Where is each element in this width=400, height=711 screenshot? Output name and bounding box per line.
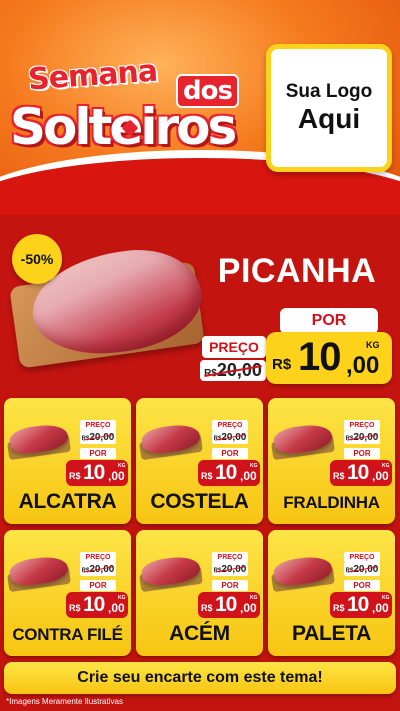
featured-product-name: PICANHA [217, 252, 377, 290]
featured-por-label: POR [280, 308, 378, 334]
preco-label: PREÇO [212, 420, 248, 431]
new-price: R$ 10 ,00 KG [66, 460, 128, 486]
product-card-contra-file[interactable]: PREÇO R$20,00 POR R$ 10 ,00 KG CONTRA FI… [4, 530, 131, 656]
product-name: ALCATRA [18, 490, 117, 513]
product-card-fraldinha[interactable]: PREÇO R$20,00 POR R$ 10 ,00 KG FRALDINHA [268, 398, 395, 524]
product-name: CONTRA FILÉ [12, 625, 123, 644]
store-logo-placeholder[interactable]: Sua Logo Aqui [266, 44, 392, 172]
price-decimal: ,00 [372, 469, 389, 483]
product-card-costela[interactable]: PREÇO R$20,00 POR R$ 10 ,00 KG COSTELA [136, 398, 263, 524]
product-card-acem[interactable]: PREÇO R$20,00 POR R$ 10 ,00 KG ACÉM [136, 530, 263, 656]
por-label: POR [344, 448, 380, 459]
product-name: PALETA [291, 622, 372, 645]
logo-text-line1: Sua Logo [285, 81, 373, 102]
price-integer: 10 [347, 593, 369, 616]
product-name: FRALDINHA [283, 493, 380, 512]
price-decimal: ,00 [240, 601, 257, 615]
header-banner: Semana dos Solteiros Sua Logo Aqui [0, 0, 400, 215]
currency: R$ [333, 603, 345, 613]
price-unit: KG [382, 595, 390, 601]
new-price: R$ 10 ,00 KG [198, 592, 260, 618]
new-price-unit: KG [366, 340, 380, 350]
featured-new-price: R$ 10 ,00 KG [266, 332, 392, 384]
new-price: R$ 10 ,00 KG [330, 592, 392, 618]
preco-label: PREÇO [80, 420, 116, 431]
featured-old-price: R$20,00 [200, 360, 266, 381]
preco-label: PREÇO [344, 552, 380, 563]
featured-product: -50% PICANHA POR PREÇO R$20,00 R$ 10 ,00… [0, 222, 400, 392]
preco-label: PREÇO [80, 552, 116, 563]
product-name: COSTELA [150, 490, 249, 513]
price-decimal: ,00 [108, 601, 125, 615]
price-integer: 10 [83, 461, 105, 484]
price-unit: KG [250, 595, 258, 601]
campaign-title: Semana dos Solteiros [6, 52, 264, 162]
old-price: R$20,00 [80, 431, 116, 444]
currency: R$ [69, 471, 81, 481]
new-price-decimal: ,00 [346, 352, 380, 379]
price-unit: KG [118, 463, 126, 469]
logo-text-line2: Aqui [297, 103, 361, 134]
product-card-alcatra[interactable]: PREÇO R$20,00 POR R$ 10 ,00 KG ALCATRA [4, 398, 131, 524]
disclaimer-text: *Imagens Meramente Ilustrativas [6, 697, 123, 706]
price-decimal: ,00 [108, 469, 125, 483]
currency: R$ [201, 471, 213, 481]
product-card-paleta[interactable]: PREÇO R$20,00 POR R$ 10 ,00 KG PALETA [268, 530, 395, 656]
old-price: R$20,00 [344, 431, 380, 444]
price-decimal: ,00 [240, 469, 257, 483]
product-name: ACÉM [169, 622, 230, 645]
new-price: R$ 10 ,00 KG [330, 460, 392, 486]
price-unit: KG [382, 463, 390, 469]
featured-preco-label: PREÇO [202, 336, 266, 358]
old-price: R$20,00 [212, 563, 248, 576]
discount-badge: -50% [12, 234, 62, 284]
price-integer: 10 [347, 461, 369, 484]
old-price: R$20,00 [344, 563, 380, 576]
price-unit: KG [118, 595, 126, 601]
preco-label: PREÇO [344, 420, 380, 431]
price-decimal: ,00 [372, 601, 389, 615]
currency: R$ [201, 603, 213, 613]
cta-banner[interactable]: Crie seu encarte com este tema! [4, 662, 396, 694]
price-integer: 10 [215, 593, 237, 616]
price-integer: 10 [83, 593, 105, 616]
preco-label: PREÇO [212, 552, 248, 563]
new-price-currency: R$ [272, 356, 292, 373]
por-label: POR [344, 580, 380, 591]
new-price: R$ 10 ,00 KG [198, 460, 260, 486]
por-label: POR [212, 448, 248, 459]
currency: R$ [333, 471, 345, 481]
price-integer: 10 [215, 461, 237, 484]
old-price: R$20,00 [212, 431, 248, 444]
new-price-integer: 10 [298, 335, 341, 379]
por-label: POR [80, 448, 116, 459]
por-label: POR [212, 580, 248, 591]
currency: R$ [69, 603, 81, 613]
price-unit: KG [250, 463, 258, 469]
new-price: R$ 10 ,00 KG [66, 592, 128, 618]
old-price: R$20,00 [80, 563, 116, 576]
title-semana: Semana [26, 53, 159, 98]
por-label: POR [80, 580, 116, 591]
